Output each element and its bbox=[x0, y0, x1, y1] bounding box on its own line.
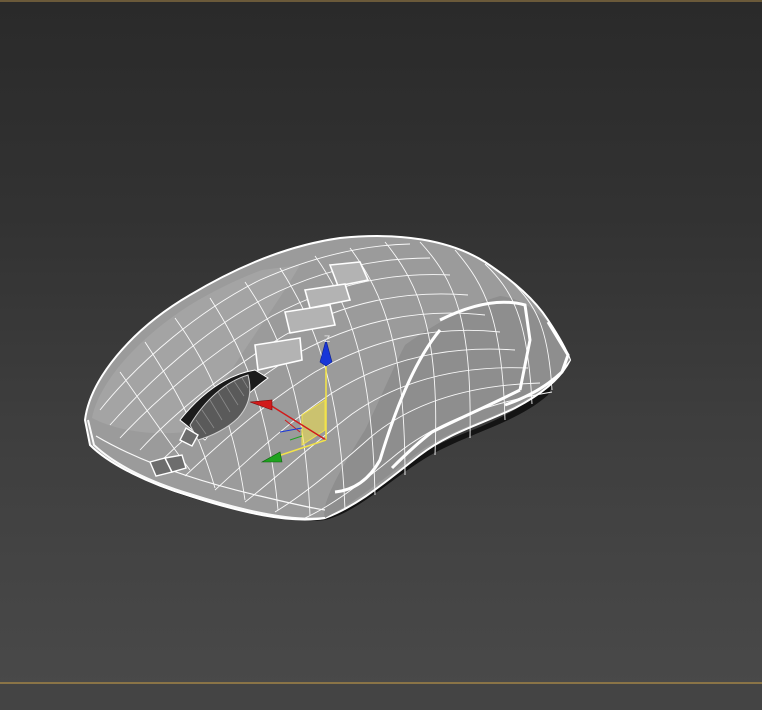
mouse-model[interactable] bbox=[83, 235, 572, 522]
viewport-scene[interactable]: Z bbox=[0, 0, 762, 710]
panel-below-viewport bbox=[0, 684, 762, 710]
3d-viewport[interactable]: Z bbox=[0, 0, 762, 710]
gizmo-z-label: Z bbox=[324, 335, 330, 345]
